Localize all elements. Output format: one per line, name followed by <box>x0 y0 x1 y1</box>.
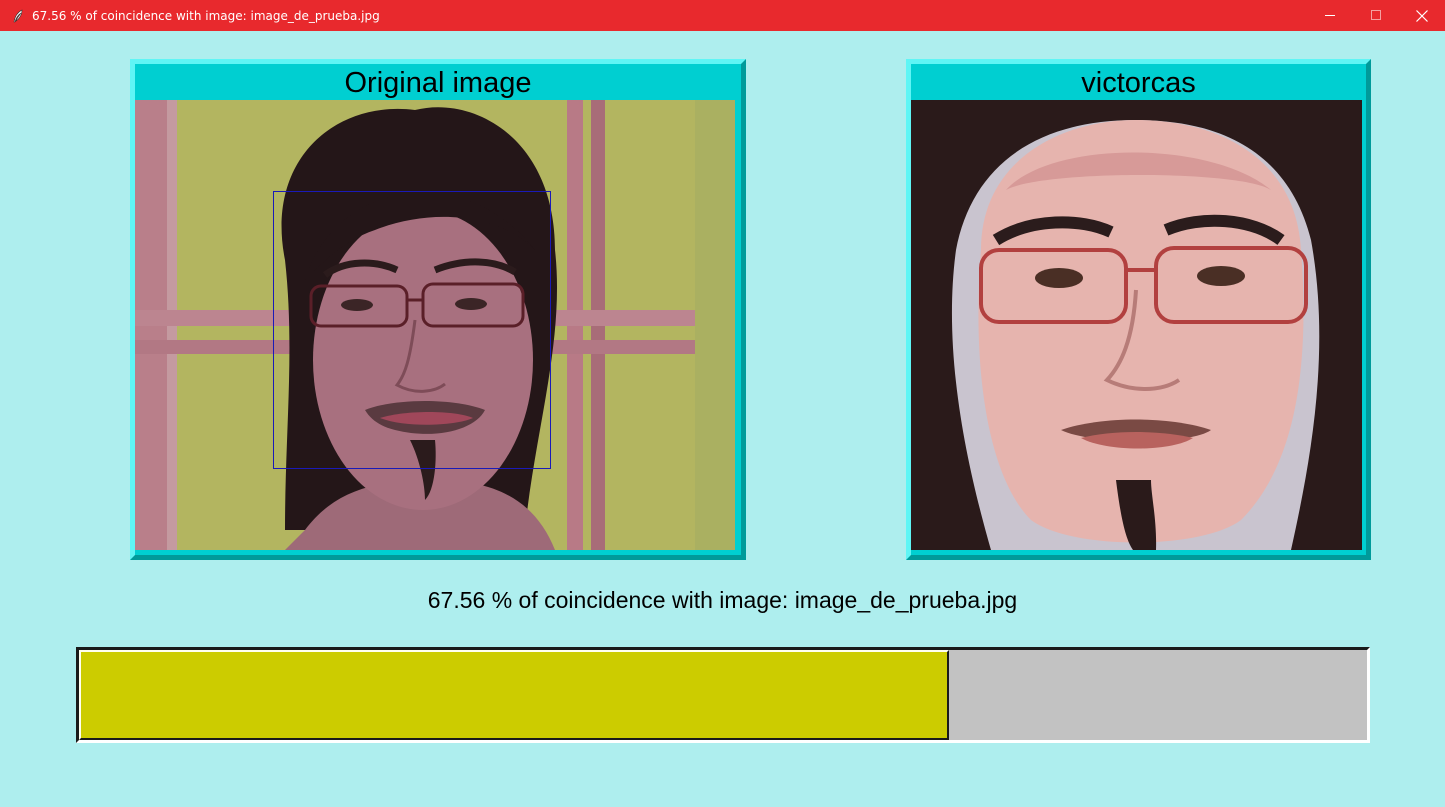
maximize-button[interactable] <box>1353 0 1399 31</box>
close-button[interactable] <box>1399 0 1445 31</box>
progress-bar-fill <box>79 650 950 740</box>
main-window: Original image victorcas 67.56 % of coin… <box>3 31 1442 807</box>
maximize-icon <box>1370 10 1381 20</box>
coincidence-progress-bar <box>76 647 1370 743</box>
original-image-panel: Original image <box>130 59 746 560</box>
matched-image <box>911 100 1362 550</box>
face-detection-box <box>273 191 551 469</box>
result-label: 67.56 % of coincidence with image: image… <box>427 587 1018 613</box>
title-bar[interactable]: 67.56 % of coincidence with image: image… <box>0 0 1445 31</box>
matched-image-title: victorcas <box>911 64 1366 100</box>
minimize-button[interactable] <box>1307 0 1353 31</box>
close-icon <box>1416 9 1428 22</box>
minimize-icon <box>1324 15 1335 16</box>
window-title: 67.56 % of coincidence with image: image… <box>32 8 380 23</box>
original-image-title: Original image <box>135 64 741 100</box>
original-image <box>135 100 735 550</box>
matched-image-panel: victorcas <box>906 59 1371 560</box>
feather-icon <box>12 9 24 23</box>
